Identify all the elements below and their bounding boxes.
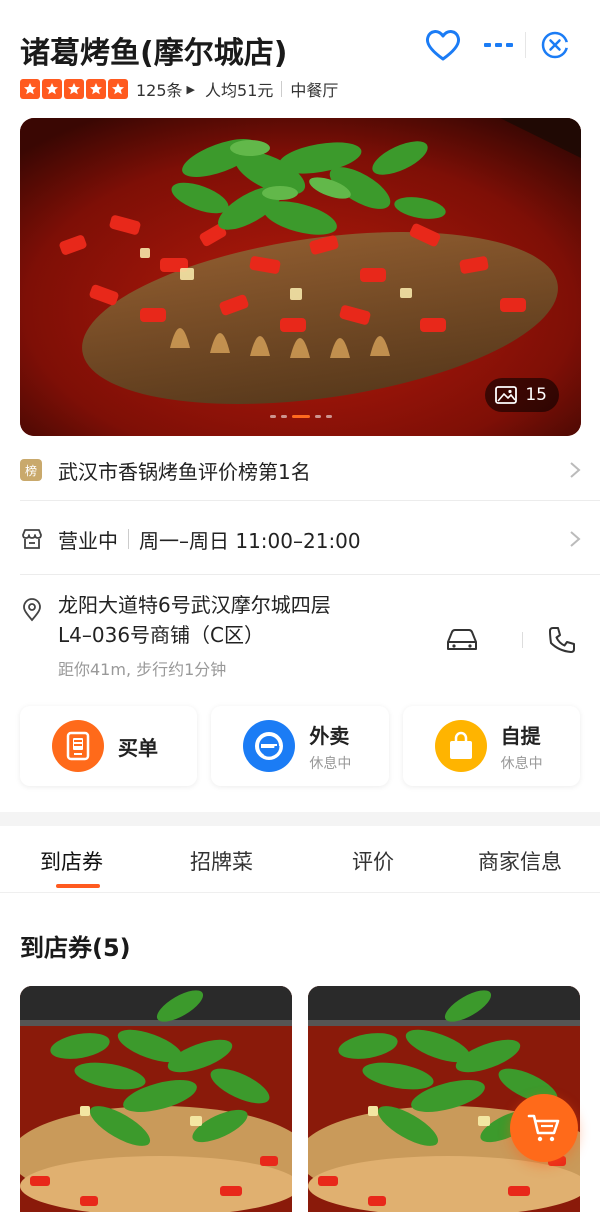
location-pin-icon — [23, 598, 41, 622]
storefront-icon — [22, 529, 42, 549]
divider — [20, 574, 600, 575]
carousel-dot — [280, 415, 287, 418]
hours-schedule: 周一–周日 11:00–21:00 — [139, 528, 361, 553]
hero-photo-carousel[interactable]: 15 — [20, 118, 581, 436]
carousel-dot — [325, 415, 332, 418]
pay-bill-text: 买单 — [118, 732, 158, 761]
pay-bill-card[interactable]: 买单 — [20, 706, 198, 786]
image-icon — [495, 386, 518, 404]
divider — [522, 632, 523, 648]
carousel-indicator — [20, 415, 581, 418]
caret-right-icon: ▶ — [186, 82, 196, 96]
divider — [0, 892, 600, 893]
pickup-text: 自提 休息中 — [501, 720, 543, 773]
address-actions — [442, 620, 582, 660]
active-tab-indicator — [56, 884, 100, 888]
car-icon — [447, 629, 477, 650]
service-status: 休息中 — [500, 755, 543, 772]
review-count[interactable]: 125条 — [136, 77, 183, 101]
cart-button[interactable] — [510, 1094, 578, 1162]
rank-badge-icon: 榜 — [20, 459, 42, 481]
open-status: 营业中 — [58, 528, 118, 553]
category-label: 中餐厅 — [290, 81, 339, 100]
star-icon — [108, 79, 128, 99]
coupon-photo — [20, 986, 292, 1212]
service-cards: 买单 外卖 休息中 自提 休息中 — [20, 706, 580, 786]
avg-price: 人均51元 — [205, 81, 274, 100]
pickup-card[interactable]: 自提 休息中 — [402, 706, 580, 786]
phone-icon — [549, 627, 575, 653]
delivery-card[interactable]: 外卖 休息中 — [211, 706, 389, 786]
service-label: 买单 — [118, 735, 158, 760]
tab-coupons[interactable]: 到店券 — [40, 846, 103, 876]
ranking-text: 武汉市香锅烤鱼评价榜第1名 — [58, 459, 311, 484]
delivery-text: 外卖 休息中 — [309, 720, 351, 773]
section-separator — [0, 812, 600, 826]
star-icon — [64, 79, 84, 99]
chevron-right-icon — [570, 531, 581, 547]
photo-count-value: 15 — [525, 385, 547, 405]
star-icon — [86, 79, 106, 99]
more-button[interactable] — [476, 22, 522, 68]
coupon-card[interactable] — [20, 986, 292, 1212]
star-icon — [20, 79, 40, 99]
address-line-2: L4–036号商铺（C区） — [58, 623, 265, 647]
header-divider — [525, 32, 526, 58]
delivery-icon — [243, 720, 296, 772]
ranking-row[interactable]: 榜 武汉市香锅烤鱼评价榜第1名 — [20, 446, 582, 494]
heart-icon — [425, 30, 461, 61]
shopping-cart-icon — [527, 1114, 560, 1142]
business-hours-row[interactable]: 营业中 周一–周日 11:00–21:00 — [20, 514, 582, 564]
tab-merchant-info[interactable]: 商家信息 — [478, 846, 562, 876]
star-icon — [42, 79, 62, 99]
close-miniapp-button[interactable] — [532, 22, 578, 68]
divider — [20, 500, 600, 501]
carousel-dot-active — [291, 415, 310, 418]
divider — [128, 529, 129, 549]
tab-bar: 到店券 招牌菜 评价 商家信息 — [0, 838, 600, 892]
distance-text: 距你41m, 步行约1分钟 — [58, 660, 227, 679]
bill-icon — [52, 720, 104, 772]
address-row[interactable]: 龙阳大道特6号武汉摩尔城四层 L4–036号商铺（C区） 距你41m, 步行约1… — [20, 590, 582, 690]
call-button[interactable] — [542, 620, 582, 660]
close-circle-icon — [541, 31, 570, 59]
service-label: 自提 — [500, 723, 541, 748]
more-dots-icon — [484, 43, 513, 47]
divider — [281, 81, 283, 97]
address-line-1: 龙阳大道特6号武汉摩尔城四层 — [58, 593, 331, 617]
header-actions — [420, 22, 580, 68]
tab-reviews[interactable]: 评价 — [352, 846, 394, 876]
section-title: 到店券(5) — [20, 934, 131, 962]
shop-header: 诸葛烤鱼(摩尔城店) 125条 ▶ 人均51元 中餐厅 — [20, 22, 580, 102]
service-status: 休息中 — [309, 755, 352, 772]
service-label: 外卖 — [309, 723, 350, 748]
chevron-right-icon — [570, 462, 581, 478]
rating-row: 125条 ▶ 人均51元 中餐厅 — [20, 78, 338, 100]
address-block: 龙阳大道特6号武汉摩尔城四层 L4–036号商铺（C区） 距你41m, 步行约1… — [58, 590, 438, 680]
carousel-dot — [314, 415, 321, 418]
navigate-button[interactable] — [442, 620, 482, 660]
carousel-dot — [269, 415, 276, 418]
star-rating — [20, 79, 128, 99]
shop-title: 诸葛烤鱼(摩尔城店) — [20, 36, 288, 71]
photo-count-badge[interactable]: 15 — [485, 378, 559, 412]
favorite-button[interactable] — [420, 22, 466, 68]
pickup-bag-icon — [434, 720, 487, 772]
tab-signature-dishes[interactable]: 招牌菜 — [190, 846, 253, 876]
